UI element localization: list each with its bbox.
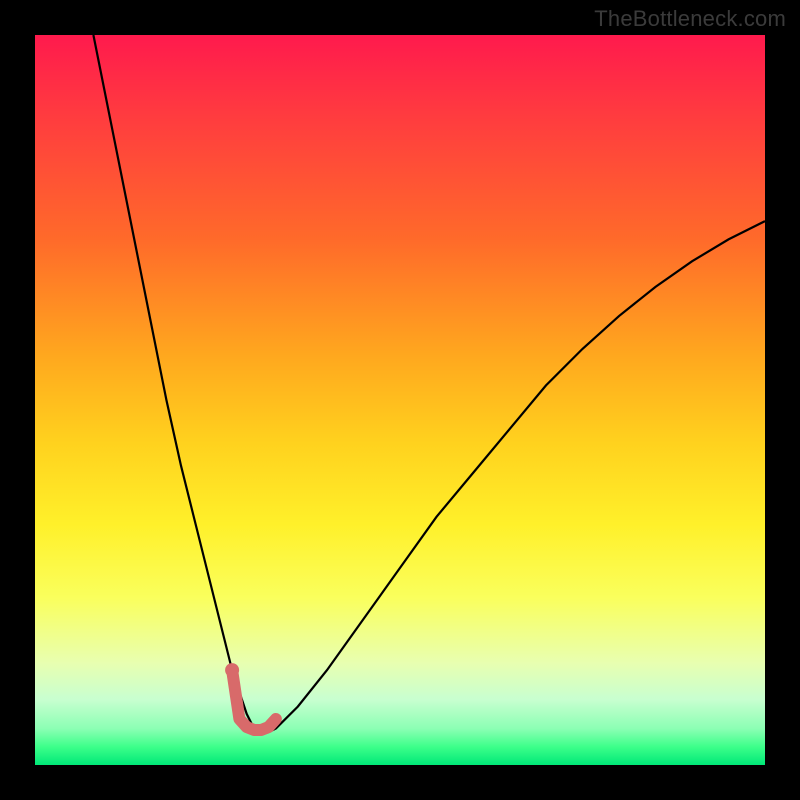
watermark-text: TheBottleneck.com xyxy=(594,6,786,32)
plot-area xyxy=(35,35,765,765)
curve-svg xyxy=(35,35,765,765)
bottom-marker xyxy=(232,670,276,730)
bottleneck-curve xyxy=(93,35,765,732)
chart-frame: TheBottleneck.com xyxy=(0,0,800,800)
marker-dot xyxy=(225,663,239,677)
